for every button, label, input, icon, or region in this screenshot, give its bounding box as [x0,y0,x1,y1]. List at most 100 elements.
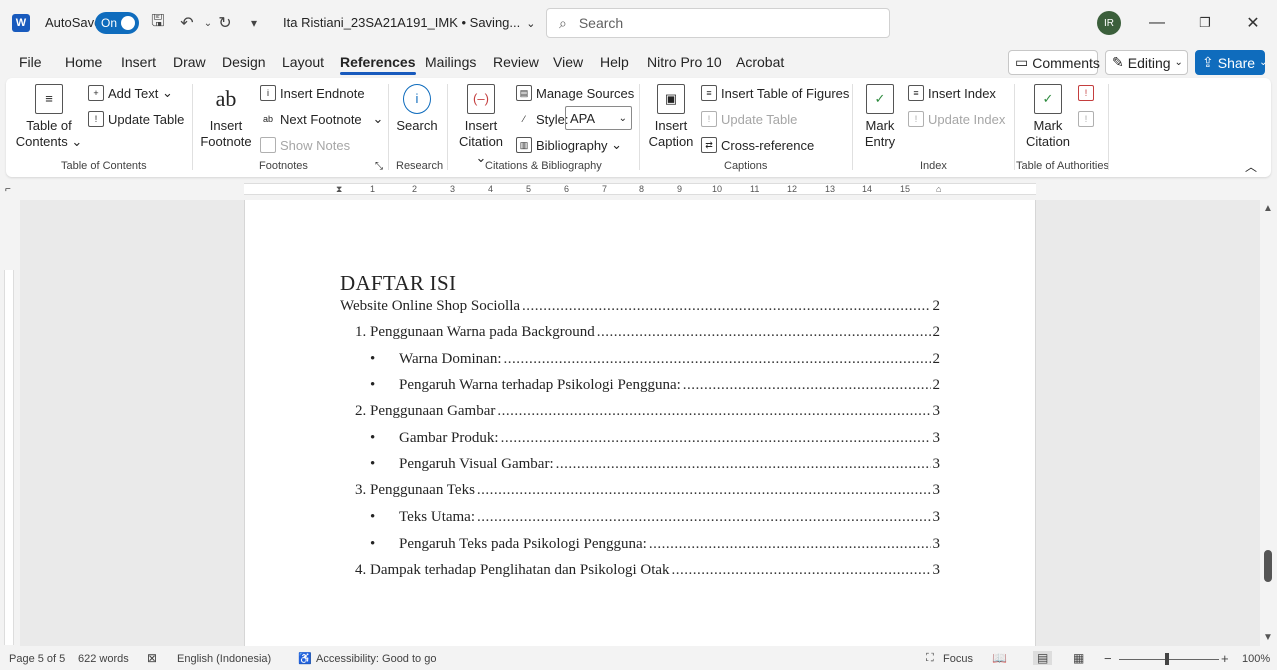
insert-footnote-button[interactable]: ab Insert Footnote [200,84,252,150]
footnote-icon: ab [215,86,237,111]
tab-review[interactable]: Review [493,54,539,70]
cross-reference-button[interactable]: ⇄ Cross-reference [701,137,814,153]
mark-entry-button[interactable]: ✓ Mark Entry [858,84,902,150]
scroll-up-icon[interactable]: ▲ [1263,203,1273,214]
page-count[interactable]: Page 5 of 5 [9,653,65,665]
tab-home[interactable]: Home [65,54,102,70]
document-title[interactable]: Ita Ristiani_23SA21A191_IMK • Saving... ⌄ [283,15,535,30]
save-icon[interactable]: 🖫 [147,12,169,34]
collapse-ribbon-icon[interactable]: ︿ [1245,158,1257,175]
tab-draw[interactable]: Draw [173,54,206,70]
share-button[interactable]: ⇪ Share ⌄ [1195,50,1267,75]
table-of-contents-button[interactable]: ≡ Table of Contents ⌄ [14,84,84,150]
avatar[interactable]: IR [1097,11,1121,35]
toc-entry[interactable]: 3. Penggunaan Teks 3 [355,482,940,499]
insert-table-of-authorities-button[interactable]: ! [1078,85,1098,101]
zoom-slider[interactable] [1119,659,1219,660]
ruler-number: 7 [602,184,608,194]
tab-mailings[interactable]: Mailings [425,54,476,70]
read-mode-icon[interactable]: 📖 [992,651,1007,665]
editing-label: Editing [1127,54,1171,71]
toc-entry[interactable]: Warna Dominan: 2 [399,351,940,368]
zoom-out-icon[interactable]: − [1104,651,1112,666]
undo-icon[interactable]: ↶ [176,12,198,34]
bullet-icon: • [370,509,376,525]
toc-entry-text: Pengaruh Visual Gambar: [399,456,554,472]
toc-entry[interactable]: Teks Utama: 3 [399,509,940,526]
toc-entry[interactable]: 4. Dampak terhadap Penglihatan dan Psiko… [355,562,940,579]
accessibility-status[interactable]: Accessibility: Good to go [316,653,436,665]
language-status[interactable]: English (Indonesia) [177,653,271,665]
tab-nitro[interactable]: Nitro Pro 10 [647,54,722,70]
vertical-ruler-track[interactable] [4,270,14,645]
tab-view[interactable]: View [553,54,583,70]
word-count[interactable]: 622 words [78,653,129,665]
tab-layout[interactable]: Layout [282,54,324,70]
scroll-thumb[interactable] [1264,550,1272,582]
update-table-of-authorities-button[interactable]: ! [1078,111,1098,127]
table-of-contents-icon: ≡ [35,84,63,114]
toc-entry[interactable]: 2. Penggunaan Gambar 3 [355,403,940,420]
focus-button[interactable]: Focus [943,653,973,665]
ribbon-separator [388,84,389,170]
zoom-slider-thumb[interactable] [1165,653,1169,665]
insert-endnote-button[interactable]: i Insert Endnote [260,85,365,101]
tab-help[interactable]: Help [600,54,629,70]
next-footnote-button[interactable]: ab Next Footnote ⌄ [260,111,383,127]
update-index-icon: ! [908,111,924,127]
scroll-down-icon[interactable]: ▼ [1263,632,1273,643]
restore-icon[interactable]: ❐ [1185,8,1225,38]
add-text-button[interactable]: + Add Text ⌄ [88,85,173,101]
document-page[interactable]: DAFTAR ISI Website Online Shop Sociolla 2… [244,200,1036,646]
citation-style-select[interactable]: APA ⌄ [565,106,632,130]
toc-entry[interactable]: Gambar Produk: 3 [399,430,940,447]
zoom-in-icon[interactable]: + [1221,651,1229,666]
show-notes-button[interactable]: Show Notes [260,137,350,153]
toc-entry[interactable]: Pengaruh Teks pada Psikologi Pengguna: 3 [399,536,940,553]
vertical-scrollbar[interactable]: ▲ ▼ [1260,200,1277,646]
toc-entry-text: Pengaruh Teks pada Psikologi Pengguna: [399,536,647,552]
toc-entry[interactable]: 1. Penggunaan Warna pada Background 2 [355,324,940,341]
tab-file[interactable]: File [19,54,42,70]
tab-design[interactable]: Design [222,54,266,70]
autosave-toggle[interactable]: On [95,12,139,34]
print-layout-icon[interactable]: ▤ [1033,651,1053,665]
document-workspace: DAFTAR ISI Website Online Shop Sociolla 2… [20,200,1260,646]
proofing-icon[interactable]: ⊠ [147,651,157,665]
insert-citation-button[interactable]: (–) Insert Citation ⌄ [453,84,509,166]
insert-index-button[interactable]: ≡ Insert Index [908,85,996,101]
insert-caption-button[interactable]: ▣ Insert Caption [646,84,696,150]
word-logo-icon: W [12,14,30,32]
search-input[interactable]: ⌕ Search [546,8,890,38]
toc-entry[interactable]: Pengaruh Visual Gambar: 3 [399,456,940,473]
tab-insert[interactable]: Insert [121,54,156,70]
manage-sources-button[interactable]: ▤ Manage Sources [516,85,634,101]
ruler-right-indent-marker[interactable]: ⌂ [936,184,941,194]
close-icon[interactable]: ✕ [1233,8,1273,38]
update-toc-button[interactable]: ! Update Table [88,111,184,127]
update-index-button[interactable]: ! Update Index [908,111,1005,127]
tab-references[interactable]: References [340,54,416,75]
comments-button[interactable]: ▭ Comments [1008,50,1100,75]
redo-icon[interactable]: ↻ [214,12,236,34]
ruler-number: 12 [787,184,798,194]
ruler-number: 10 [712,184,723,194]
toc-entry[interactable]: Website Online Shop Sociolla 2 [340,298,940,315]
web-layout-icon[interactable]: ▦ [1073,651,1084,665]
toc-entry[interactable]: Pengaruh Warna terhadap Psikologi Penggu… [399,377,940,394]
insert-endnote-label: Insert Endnote [280,85,365,101]
insert-table-of-figures-button[interactable]: ≡ Insert Table of Figures [701,85,849,101]
customize-toolbar-icon[interactable]: ▾ [243,12,265,34]
ruler-track[interactable]: ⧗ 1 2 3 4 5 6 7 8 9 10 11 12 13 14 15 ⌂ [244,183,1036,195]
zoom-level[interactable]: 100% [1242,653,1270,665]
editing-mode-button[interactable]: ✎ Editing ⌄ [1105,50,1188,75]
tab-selector-icon[interactable]: ⌐ [5,184,11,195]
tab-acrobat[interactable]: Acrobat [736,54,784,70]
ruler-indent-marker[interactable]: ⧗ [336,184,342,195]
search-research-button[interactable]: i Search [394,84,440,134]
bibliography-button[interactable]: ▥ Bibliography ⌄ [516,137,622,153]
minimize-icon[interactable]: — [1137,8,1177,38]
dialog-launcher-icon[interactable]: ⤡ [375,161,383,172]
mark-citation-button[interactable]: ✓ Mark Citation [1020,84,1076,150]
update-figures-table-button[interactable]: ! Update Table [701,111,797,127]
